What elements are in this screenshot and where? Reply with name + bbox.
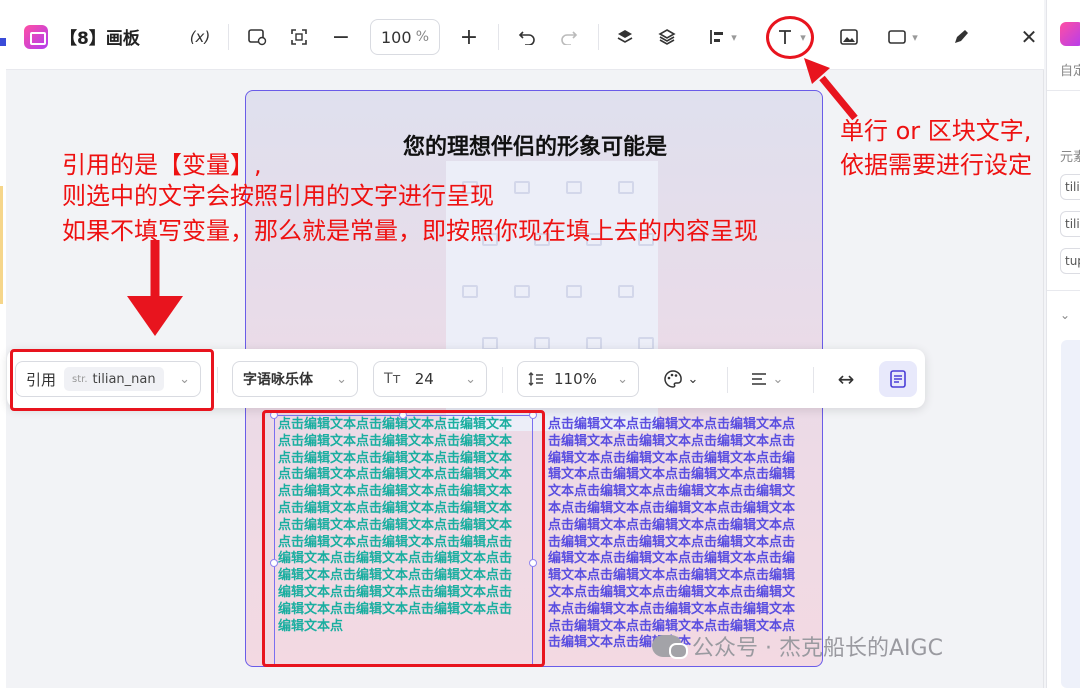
reference-highlight	[10, 349, 214, 411]
text-block-highlight	[262, 410, 545, 667]
watermark-text: 公众号 · 杰克船长的AIGC	[692, 636, 943, 661]
watermark: 公众号 · 杰克船长的AIGC	[652, 630, 943, 662]
text-type-highlight	[766, 16, 814, 59]
wechat-icon	[652, 635, 688, 659]
arrow-down-icon	[127, 296, 183, 336]
